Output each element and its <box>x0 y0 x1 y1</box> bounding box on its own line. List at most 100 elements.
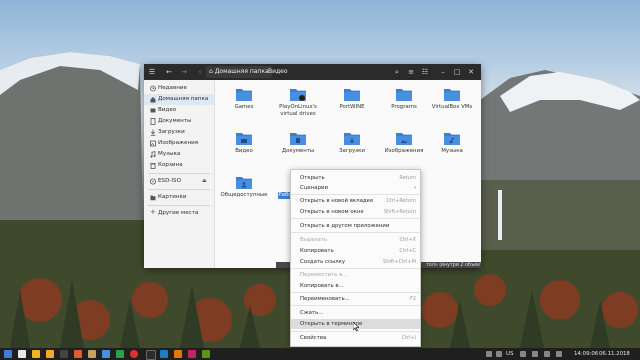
sidebar-item-esd-iso[interactable]: ESD-ISO ⏏ <box>144 176 214 187</box>
sidebar-item-images[interactable]: Изображения <box>144 138 214 149</box>
folder-icon <box>396 89 412 101</box>
minimize-icon[interactable]: – <box>438 67 448 77</box>
folder-item[interactable]: Programs <box>379 87 429 117</box>
sidebar-item-recent[interactable]: Недавние <box>144 83 214 94</box>
back-icon[interactable]: ← <box>164 67 174 77</box>
volume-icon[interactable] <box>532 351 538 357</box>
folder-icon <box>236 89 252 101</box>
menu-divider <box>291 331 420 332</box>
archive-icon[interactable] <box>88 350 96 358</box>
clock-date[interactable]: 06.11.2018 <box>599 348 630 360</box>
app-icon[interactable] <box>188 350 196 358</box>
firefox-icon[interactable] <box>74 350 82 358</box>
folder-item[interactable]: Загрузки <box>327 131 377 161</box>
app-icon[interactable] <box>174 350 182 358</box>
folder-public-icon <box>236 177 252 189</box>
maximize-icon[interactable]: □ <box>452 67 462 77</box>
menu-item-open-new-tab[interactable]: Открыть в новой вкладке Ctrl+Return <box>291 196 420 206</box>
folder-item[interactable]: PortWINE <box>327 87 377 117</box>
submenu-arrow-icon: › <box>414 185 416 191</box>
menu-item-create-link[interactable]: Создать ссылку Shift+Ctrl+M <box>291 257 420 267</box>
search-icon[interactable]: ⌕ <box>392 67 402 77</box>
folder-item[interactable]: PlayOnLinux's virtual drives <box>273 87 323 117</box>
sidebar-divider <box>148 205 210 206</box>
sidebar-item-video[interactable]: Видео <box>144 105 214 116</box>
sidebar-item-pictures-bookmark[interactable]: Картинки <box>144 192 214 203</box>
tray-icon[interactable] <box>486 351 492 357</box>
app-menu-icon[interactable] <box>4 350 12 358</box>
menu-item-open[interactable]: Открыть Return <box>291 173 420 183</box>
menu-item-properties[interactable]: Свойства Ctrl+I <box>291 333 420 343</box>
spreadsheet-icon[interactable] <box>116 350 124 358</box>
terminal-icon[interactable] <box>60 350 68 358</box>
breadcrumb-current[interactable]: Видео <box>265 66 291 78</box>
breadcrumb-home[interactable]: ⌂ Домашняя папка <box>206 66 272 78</box>
tray-icon[interactable] <box>496 351 502 357</box>
app-icon[interactable] <box>202 350 210 358</box>
path-left-icon[interactable]: ‹ <box>195 67 205 77</box>
sidebar-item-home[interactable]: Домашняя папка <box>144 94 214 105</box>
document-icon <box>150 118 156 125</box>
taskbar: US 14:09:06 06.11.2018 <box>0 348 640 360</box>
clock-icon <box>150 85 156 92</box>
sidebar-item-documents[interactable]: Документы <box>144 116 214 127</box>
video-icon <box>150 107 156 114</box>
folder-icon <box>290 89 306 101</box>
clock-time[interactable]: 14:09:06 <box>574 348 598 360</box>
folder-icon <box>344 89 360 101</box>
home-icon <box>150 96 156 103</box>
menu-icon[interactable]: ☰ <box>147 67 157 77</box>
folder-downloads-icon <box>344 133 360 145</box>
folder-item[interactable]: Музыка <box>427 131 477 161</box>
menu-item-rename[interactable]: Переименовать... F2 <box>291 294 420 304</box>
text-editor-icon[interactable] <box>102 350 110 358</box>
sidebar-item-other-places[interactable]: + Другие места <box>144 208 214 219</box>
view-list-icon[interactable]: ☷ <box>420 67 430 77</box>
sidebar-divider <box>148 189 210 190</box>
image-icon <box>150 140 156 147</box>
folder-icon <box>444 89 460 101</box>
folder-item[interactable]: VirtualBox VMs <box>427 87 477 117</box>
app-icon[interactable] <box>160 350 168 358</box>
files-icon[interactable] <box>18 350 26 358</box>
menu-divider <box>291 232 420 233</box>
sidebar-item-music[interactable]: Музыка <box>144 149 214 160</box>
eject-icon[interactable]: ⏏ <box>202 176 207 187</box>
view-options-icon[interactable]: ≡ <box>406 67 416 77</box>
trash-icon <box>150 162 156 169</box>
sidebar-item-downloads[interactable]: Загрузки <box>144 127 214 138</box>
download-icon <box>150 129 156 136</box>
home-icon: ⌂ <box>209 68 213 75</box>
sidebar-divider <box>148 173 210 174</box>
forward-icon[interactable]: → <box>179 67 189 77</box>
menu-item-compress[interactable]: Сжать... <box>291 308 420 318</box>
battery-icon[interactable] <box>544 351 550 357</box>
folder-item[interactable]: Документы <box>273 131 323 161</box>
menu-item-scripts[interactable]: Сценарии › <box>291 183 420 193</box>
media-player-icon[interactable] <box>130 350 138 358</box>
folder-item[interactable]: Видео <box>219 131 269 161</box>
notification-icon[interactable] <box>556 351 562 357</box>
sidebar-item-trash[interactable]: Корзина <box>144 160 214 171</box>
settings-icon[interactable] <box>146 350 156 360</box>
sidebar: Недавние Домашняя папка Видео Документы … <box>144 80 215 268</box>
window-headerbar: ☰ ← → ‹ ⌂ Домашняя папка Видео ⌕ ≡ ☷ – □… <box>144 64 481 80</box>
folder-video-icon <box>236 133 252 145</box>
close-icon[interactable]: ✕ <box>466 67 476 77</box>
mouse-cursor-icon <box>353 322 359 331</box>
menu-item-copy[interactable]: Копировать Ctrl+C <box>291 246 420 256</box>
keyboard-layout[interactable]: US <box>506 348 513 360</box>
folder-item[interactable]: Общедоступные <box>219 175 269 205</box>
folder-icon <box>150 194 156 201</box>
menu-divider <box>291 305 420 306</box>
menu-item-open-with[interactable]: Открыть в другом приложении <box>291 221 420 231</box>
folder-item[interactable]: Изображения <box>379 131 429 161</box>
folder-item[interactable]: Games <box>219 87 269 117</box>
menu-item-open-new-window[interactable]: Открыть в новом окне Shift+Return <box>291 207 420 217</box>
network-icon[interactable] <box>520 351 526 357</box>
folder-icon[interactable] <box>32 350 40 358</box>
menu-divider <box>291 292 420 293</box>
menu-item-copy-to[interactable]: Копировать в... <box>291 281 420 291</box>
menu-item-move-to: Переместить в... <box>300 272 348 278</box>
image-viewer-icon[interactable] <box>46 350 54 358</box>
